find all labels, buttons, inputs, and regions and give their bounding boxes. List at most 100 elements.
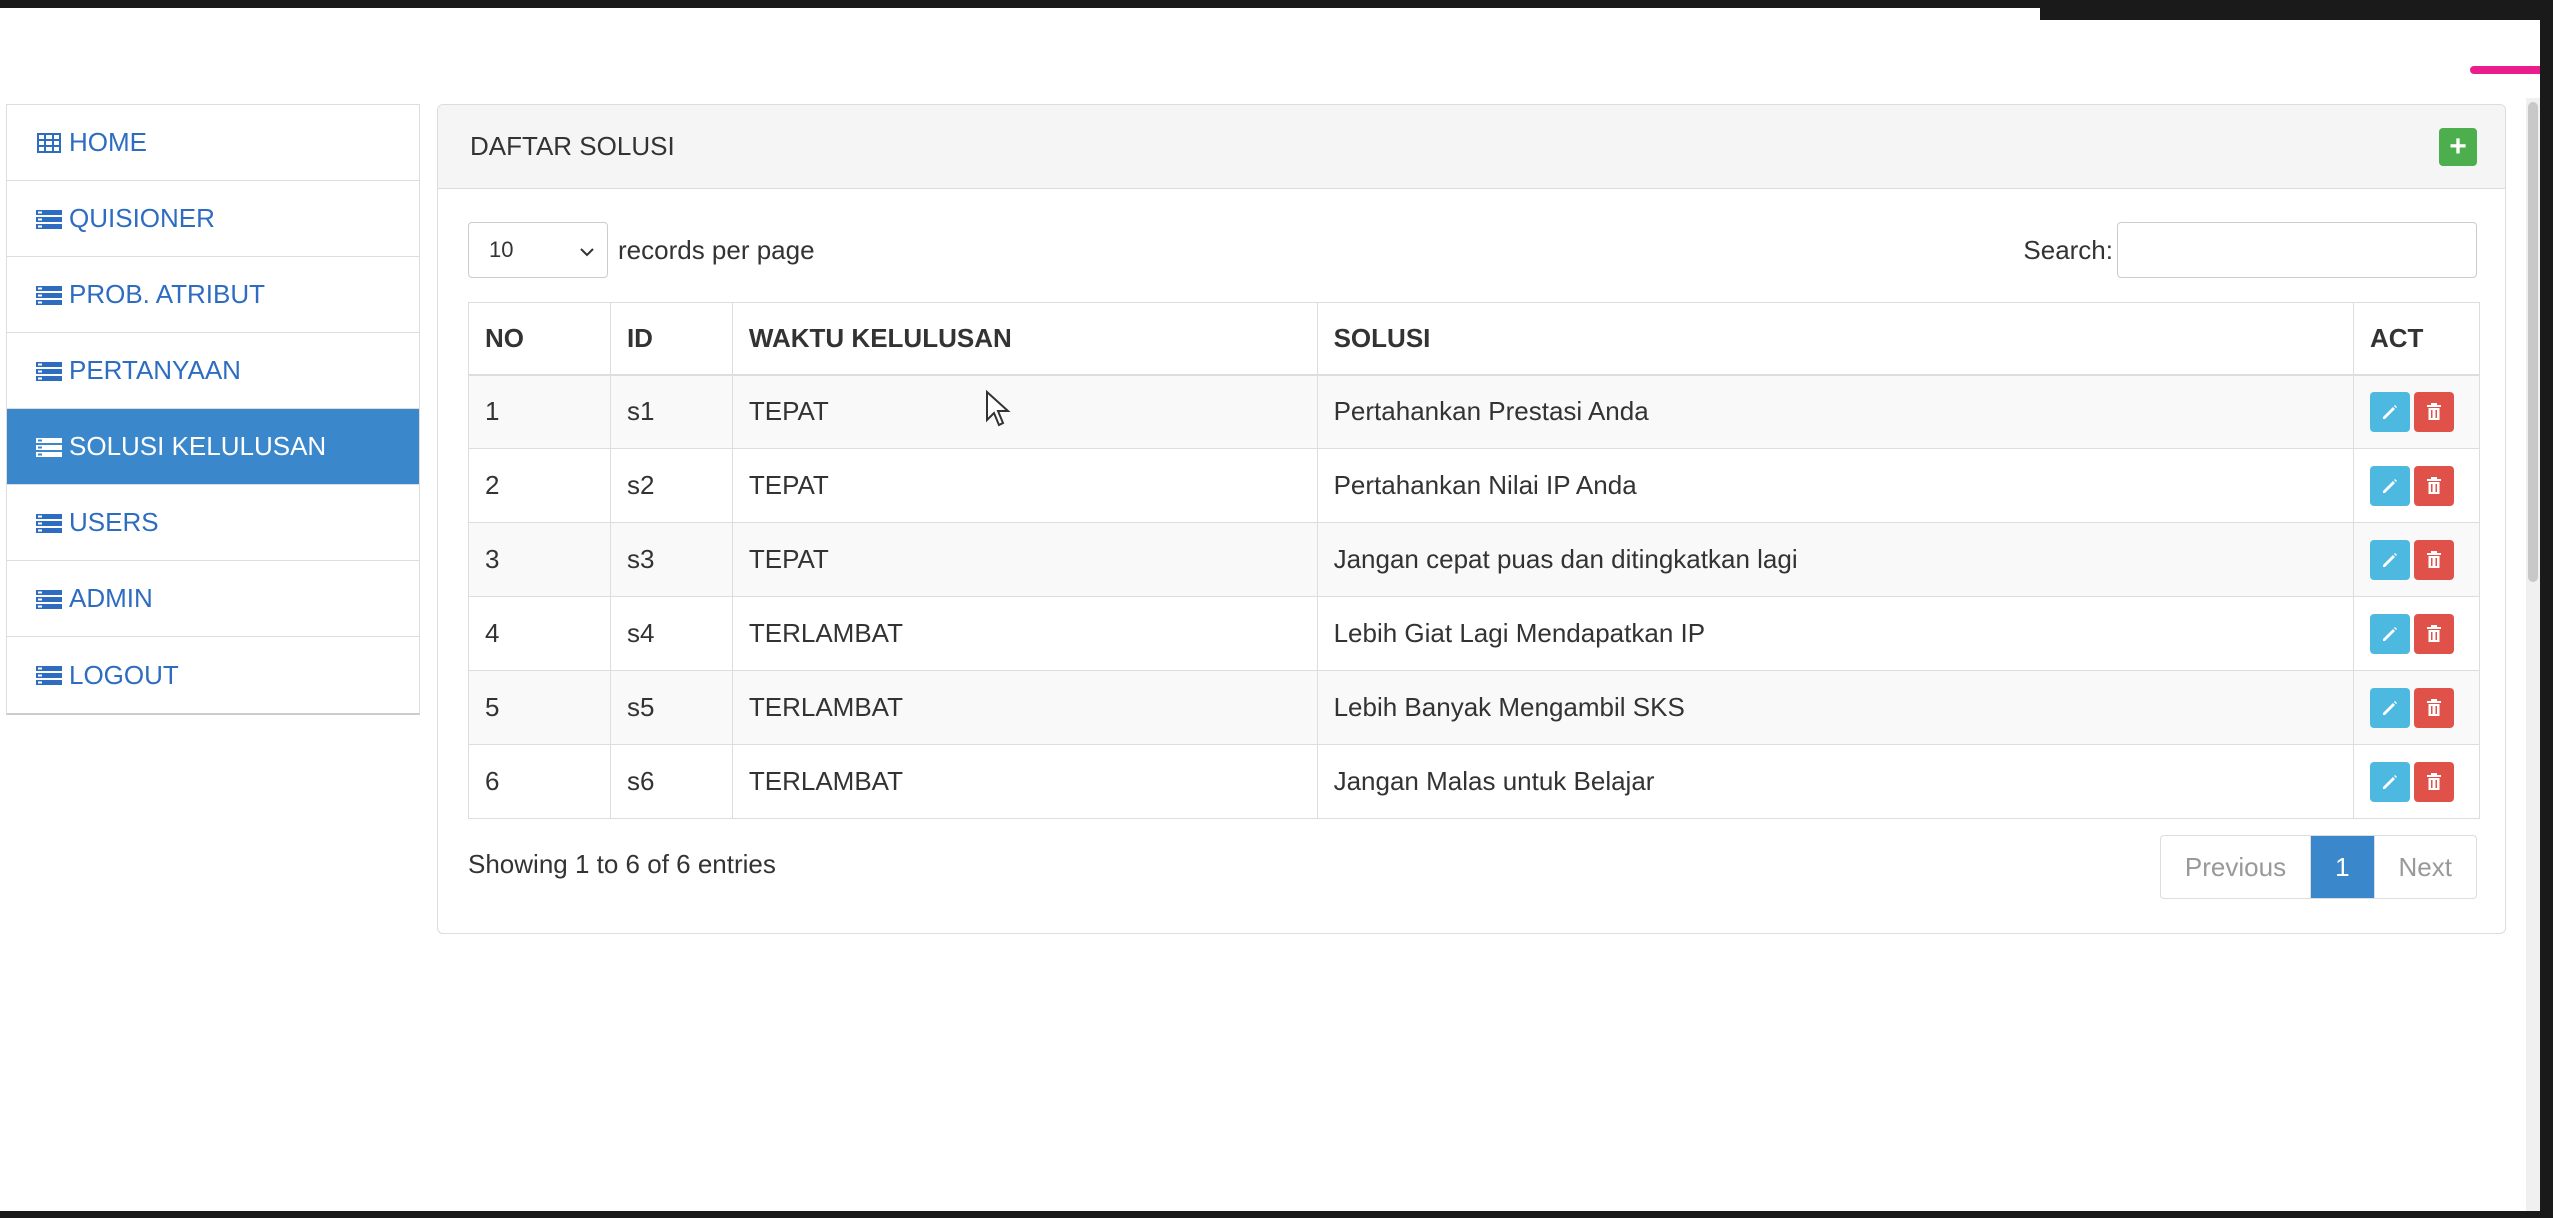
page-1-button[interactable]: 1 <box>2311 836 2374 898</box>
cell-solusi: Pertahankan Nilai IP Anda <box>1316 448 2354 523</box>
pagination: Previous 1 Next <box>2159 835 2477 899</box>
trash-icon <box>2426 624 2441 642</box>
solusi-table: NO ID WAKTU KELULUSAN SOLUSI ACT 1 s1 TE… <box>468 302 2481 819</box>
corner-decoration <box>2040 8 2540 20</box>
edit-button[interactable] <box>2369 761 2410 802</box>
delete-button[interactable] <box>2413 613 2454 654</box>
panel-header: DAFTAR SOLUSI + <box>438 105 2505 189</box>
sidebar-item-prob-atribut[interactable]: PROB. ATRIBUT <box>7 257 419 333</box>
cell-no: 6 <box>468 744 611 819</box>
list-icon <box>35 588 63 610</box>
column-header-id[interactable]: ID <box>609 302 733 376</box>
sidebar-item-label: USERS <box>69 507 159 537</box>
sidebar-item-pertanyaan[interactable]: PERTANYAAN <box>7 333 419 409</box>
cell-waktu: TERLAMBAT <box>731 670 1318 745</box>
cell-waktu: TEPAT <box>731 374 1318 449</box>
sidebar-item-label: HOME <box>69 127 147 157</box>
column-header-solusi[interactable]: SOLUSI <box>1316 302 2354 376</box>
delete-button[interactable] <box>2413 465 2454 506</box>
delete-button[interactable] <box>2413 391 2454 432</box>
sidebar-item-users[interactable]: USERS <box>7 485 419 561</box>
table-row: 4 s4 TERLAMBAT Lebih Giat Lagi Mendapatk… <box>468 596 2481 671</box>
column-header-act: ACT <box>2352 302 2481 376</box>
search-label: Search: <box>2023 234 2113 265</box>
column-header-no[interactable]: NO <box>468 302 611 376</box>
accent-decoration <box>2470 66 2540 74</box>
delete-button[interactable] <box>2413 539 2454 580</box>
sidebar-item-logout[interactable]: LOGOUT <box>7 637 419 713</box>
list-icon <box>35 208 63 230</box>
cell-solusi: Lebih Giat Lagi Mendapatkan IP <box>1316 596 2354 671</box>
cell-solusi: Jangan cepat puas dan ditingkatkan lagi <box>1316 522 2354 597</box>
edit-button[interactable] <box>2369 391 2410 432</box>
cell-no: 4 <box>468 596 611 671</box>
cell-solusi: Lebih Banyak Mengambil SKS <box>1316 670 2354 745</box>
mouse-cursor-icon <box>985 389 1011 433</box>
pencil-icon <box>2382 478 2397 493</box>
cell-actions <box>2352 374 2481 449</box>
search-input[interactable] <box>2117 222 2477 278</box>
scrollbar-thumb[interactable] <box>2528 102 2538 582</box>
sidebar-item-label: LOGOUT <box>69 659 179 690</box>
cell-id: s5 <box>609 670 733 745</box>
trash-icon <box>2426 772 2441 790</box>
edit-button[interactable] <box>2369 539 2410 580</box>
cell-actions <box>2352 670 2481 745</box>
table-row: 2 s2 TEPAT Pertahankan Nilai IP Anda <box>468 448 2481 523</box>
table-row: 5 s5 TERLAMBAT Lebih Banyak Mengambil SK… <box>468 670 2481 745</box>
cell-id: s1 <box>609 374 733 449</box>
plus-icon: + <box>2449 129 2467 163</box>
entries-info: Showing 1 to 6 of 6 entries <box>468 849 776 879</box>
table-controls: 10 records per page Search: <box>468 221 2477 279</box>
app-window: HOME QUISIONER PROB. ATRIBUT PERTANYAAN … <box>0 8 2540 1211</box>
cell-no: 5 <box>468 670 611 745</box>
sidebar: HOME QUISIONER PROB. ATRIBUT PERTANYAAN … <box>6 104 420 715</box>
delete-button[interactable] <box>2413 687 2454 728</box>
cell-solusi: Jangan Malas untuk Belajar <box>1316 744 2354 819</box>
delete-button[interactable] <box>2413 761 2454 802</box>
column-header-waktu-kelulusan[interactable]: WAKTU KELULUSAN <box>731 302 1318 376</box>
sidebar-item-label: SOLUSI KELULUSAN <box>69 431 327 461</box>
trash-icon <box>2426 476 2441 494</box>
table-row: 6 s6 TERLAMBAT Jangan Malas untuk Belaja… <box>468 744 2481 819</box>
records-per-page-value: 10 <box>489 237 514 262</box>
search-control: Search: <box>2023 222 2477 278</box>
length-control: 10 records per page <box>468 222 815 278</box>
cell-waktu: TERLAMBAT <box>731 596 1318 671</box>
cell-id: s4 <box>609 596 733 671</box>
list-icon <box>35 512 63 534</box>
next-button[interactable]: Next <box>2373 836 2476 898</box>
records-per-page-select[interactable]: 10 <box>468 222 608 278</box>
pencil-icon <box>2382 404 2397 419</box>
sidebar-item-label: PROB. ATRIBUT <box>69 279 265 309</box>
trash-icon <box>2426 550 2441 568</box>
edit-button[interactable] <box>2369 687 2410 728</box>
cell-id: s6 <box>609 744 733 819</box>
records-per-page-label: records per page <box>618 234 815 265</box>
sidebar-item-quisioner[interactable]: QUISIONER <box>7 181 419 257</box>
cell-actions <box>2352 744 2481 819</box>
sidebar-item-admin[interactable]: ADMIN <box>7 561 419 637</box>
chevron-down-icon <box>579 237 595 263</box>
edit-button[interactable] <box>2369 613 2410 654</box>
pencil-icon <box>2382 774 2397 789</box>
add-solusi-button[interactable]: + <box>2439 127 2477 166</box>
cell-no: 1 <box>468 374 611 449</box>
list-icon <box>35 360 63 382</box>
sidebar-item-solusi-kelulusan[interactable]: SOLUSI KELULUSAN <box>7 409 419 485</box>
list-icon <box>35 664 63 686</box>
pencil-icon <box>2382 626 2397 641</box>
sidebar-item-home[interactable]: HOME <box>7 105 419 181</box>
cell-waktu: TERLAMBAT <box>731 744 1318 819</box>
table-header-row: NO ID WAKTU KELULUSAN SOLUSI ACT <box>468 302 2481 376</box>
cell-solusi: Pertahankan Prestasi Anda <box>1316 374 2354 449</box>
previous-button[interactable]: Previous <box>2161 836 2312 898</box>
table-row: 3 s3 TEPAT Jangan cepat puas dan ditingk… <box>468 522 2481 597</box>
trash-icon <box>2426 402 2441 420</box>
table-row: 1 s1 TEPAT Pertahankan Prestasi Anda <box>468 374 2481 449</box>
sidebar-item-label: PERTANYAAN <box>69 355 241 385</box>
solusi-panel: DAFTAR SOLUSI + 10 records per page Sear… <box>437 104 2506 934</box>
cell-id: s2 <box>609 448 733 523</box>
edit-button[interactable] <box>2369 465 2410 506</box>
cell-id: s3 <box>609 522 733 597</box>
